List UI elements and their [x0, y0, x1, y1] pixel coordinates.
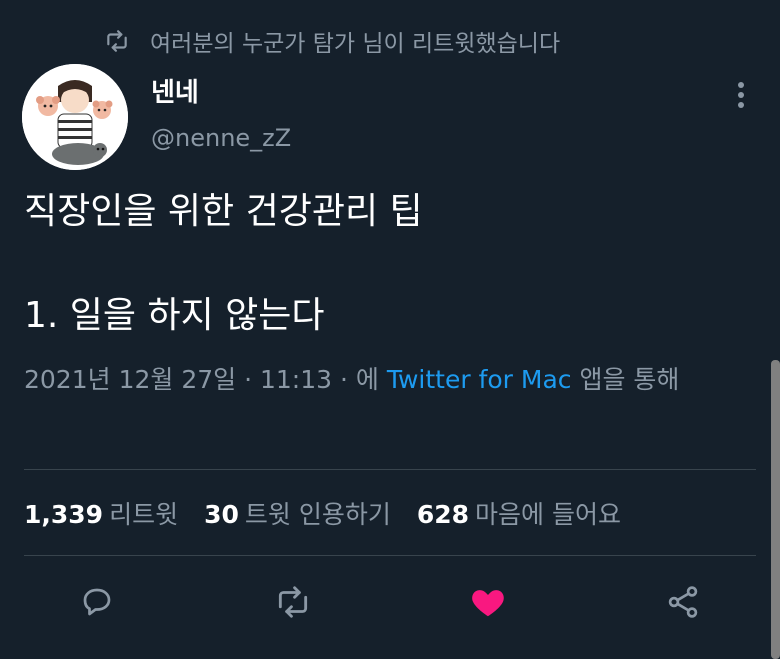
more-options-icon[interactable] — [726, 80, 756, 110]
stat-quotes[interactable]: 30 트윗 인용하기 — [204, 495, 391, 531]
stat-label: 트윗 인용하기 — [244, 500, 391, 529]
retweet-button[interactable] — [268, 577, 318, 627]
stat-likes[interactable]: 628 마음에 들어요 — [417, 495, 621, 531]
source-link[interactable]: Twitter for Mac — [387, 365, 572, 394]
tweet-meta: 2021년 12월 27일 · 11:13 · 에 Twitter for Ma… — [24, 360, 744, 400]
like-icon — [472, 590, 504, 617]
stat-count: 628 — [416, 500, 470, 529]
handle[interactable]: @nenne_zZ — [151, 124, 291, 152]
scrollbar[interactable] — [771, 360, 780, 659]
avatar[interactable] — [22, 64, 128, 170]
stat-label: 리트윗 — [109, 500, 179, 529]
like-button[interactable] — [463, 577, 513, 627]
stat-retweets[interactable]: 1,339 리트윗 — [24, 495, 178, 531]
reply-icon — [83, 588, 111, 616]
stat-count: 30 — [204, 500, 239, 529]
stat-label: 마음에 들어요 — [475, 500, 621, 529]
display-name[interactable]: 넨네 — [151, 72, 199, 109]
share-icon — [668, 586, 698, 618]
avatar-illustration — [22, 64, 128, 170]
tweet-text: 직장인을 위한 건강관리 팁 1. 일을 하지 않는다 — [24, 191, 423, 336]
stat-count: 1,339 — [24, 500, 104, 529]
retweet-icon — [278, 586, 308, 618]
source-suffix: 앱을 통해 — [579, 365, 680, 394]
retweet-icon — [107, 30, 127, 52]
retweet-context: 여러분의 누군가 탐가 님이 리트윗했습니다 — [104, 24, 560, 58]
divider — [24, 469, 756, 470]
timestamp[interactable]: 2021년 12월 27일 · 11:13 · 에 — [24, 365, 379, 394]
reply-button[interactable] — [72, 577, 122, 627]
tweet-stats: 1,339 리트윗 30 트윗 인용하기 628 마음에 들어요 — [24, 495, 621, 531]
action-bar — [0, 577, 780, 627]
retweet-context-text: 여러분의 누군가 탐가 님이 리트윗했습니다 — [150, 31, 561, 57]
share-button[interactable] — [658, 577, 708, 627]
divider — [24, 555, 756, 556]
